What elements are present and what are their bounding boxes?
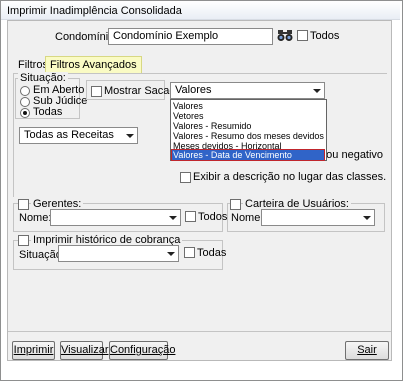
carteira-nome-label: Nome: bbox=[231, 212, 264, 224]
dropdown-option[interactable]: Valores - Resumido bbox=[173, 121, 251, 131]
binoculars-icon[interactable] bbox=[277, 29, 293, 42]
dropdown-option[interactable]: Valores - Resumo dos meses devidos bbox=[173, 131, 324, 141]
radio-todas-label: Todas bbox=[33, 106, 63, 118]
situacao-legend: Situação: bbox=[18, 72, 68, 84]
window-title: Imprimir Inadimplência Consolidada bbox=[7, 5, 182, 17]
radio-sub-judice[interactable] bbox=[20, 97, 30, 107]
dropdown-option-selected[interactable]: Valores - Data de Vencimento bbox=[171, 149, 325, 161]
carteira-nome-combo[interactable] bbox=[261, 209, 375, 226]
chevron-down-icon[interactable] bbox=[164, 247, 177, 260]
sair-button-label: Sair bbox=[357, 344, 377, 356]
exibir-descricao-checkbox[interactable] bbox=[180, 172, 191, 183]
radio-todas[interactable] bbox=[20, 108, 30, 118]
exibir-descricao-label: Exibir a descrição no lugar das classes. bbox=[193, 171, 387, 183]
sair-button[interactable]: Sair bbox=[345, 341, 389, 360]
radio-em-aberto[interactable] bbox=[20, 86, 30, 96]
condominio-todos-checkbox[interactable] bbox=[297, 30, 308, 41]
visualizar-button-label: Visualizar bbox=[61, 344, 109, 356]
dropdown-option[interactable]: Vetores bbox=[173, 111, 204, 121]
configuracao-button[interactable]: Configuração bbox=[109, 341, 175, 360]
imprimir-button[interactable]: Imprimir bbox=[12, 341, 55, 360]
receitas-combo[interactable]: Todas as Receitas bbox=[19, 127, 138, 144]
chevron-down-icon[interactable] bbox=[123, 129, 136, 142]
valores-combo[interactable]: Valores bbox=[170, 82, 325, 99]
chevron-down-icon[interactable] bbox=[360, 211, 373, 224]
chevron-down-icon[interactable] bbox=[166, 211, 179, 224]
visualizar-button[interactable]: Visualizar bbox=[60, 341, 109, 360]
gerentes-todos-label: Todos bbox=[198, 211, 228, 223]
dropdown-option[interactable]: Valores bbox=[173, 101, 203, 111]
valores-dropdown-list: Valores Vetores Valores - Resumido Valor… bbox=[170, 99, 327, 161]
title-bar: Imprimir Inadimplência Consolidada bbox=[1, 1, 400, 20]
gerentes-nome-label: Nome: bbox=[19, 212, 52, 224]
chevron-down-icon[interactable] bbox=[310, 84, 323, 97]
historico-todas-label: Todas bbox=[197, 247, 227, 259]
historico-situacao-combo[interactable] bbox=[58, 245, 179, 262]
imprimir-button-label: Imprimir bbox=[13, 344, 54, 356]
gerentes-todos-checkbox[interactable] bbox=[185, 211, 196, 222]
condominio-field[interactable]: Condomínio Exemplo bbox=[108, 28, 273, 45]
historico-checkbox[interactable] bbox=[18, 235, 29, 246]
gerentes-checkbox[interactable] bbox=[18, 199, 29, 210]
receitas-combo-value: Todas as Receitas bbox=[24, 129, 114, 141]
configuracao-button-label: Configuração bbox=[110, 344, 176, 356]
valores-combo-value: Valores bbox=[175, 84, 212, 96]
gerentes-nome-combo[interactable] bbox=[50, 209, 181, 226]
bottom-divider bbox=[8, 331, 391, 332]
historico-todas-checkbox[interactable] bbox=[184, 247, 195, 258]
mostrar-sacado-checkbox[interactable] bbox=[91, 86, 102, 97]
carteira-checkbox[interactable] bbox=[230, 199, 241, 210]
condominio-todos-label: Todos bbox=[310, 30, 340, 42]
